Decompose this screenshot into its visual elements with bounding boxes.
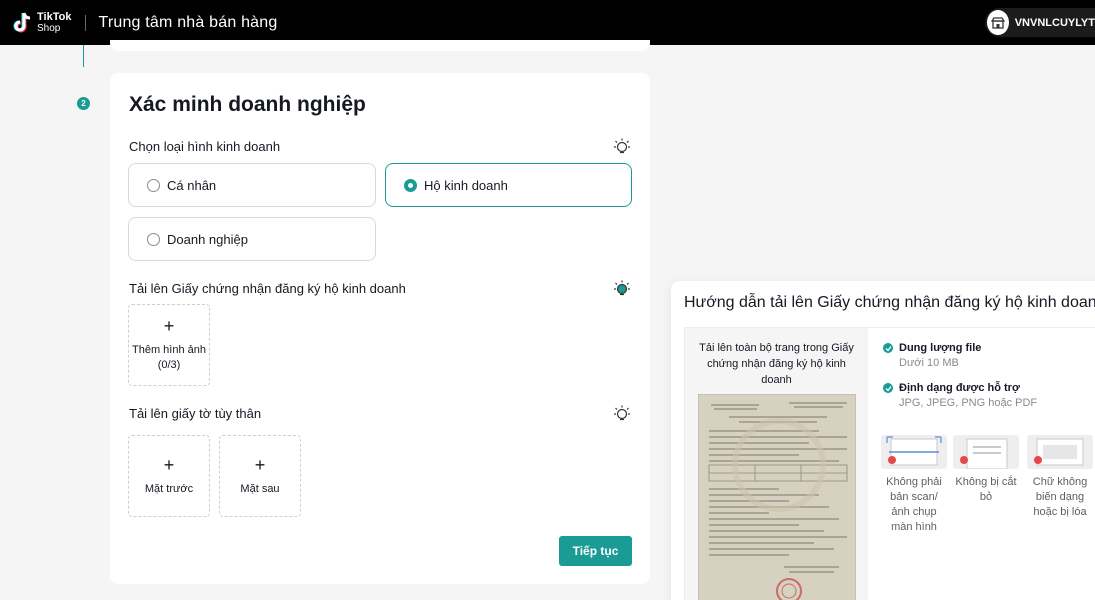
radio-selected-icon (404, 178, 417, 192)
logo-line-2: Shop (37, 22, 61, 34)
previous-step-card (110, 40, 650, 51)
bad-example-thumbnail (953, 435, 1019, 470)
bad-example-cropped: Không bị cắt bỏ (953, 435, 1019, 505)
requirement-title: Dung lượng file (899, 342, 982, 354)
lightbulb-icon[interactable] (613, 137, 631, 155)
requirement-file-size: Dung lượng file Dưới 10 MB (883, 342, 981, 369)
bad-example-thumbnail (1027, 435, 1093, 469)
certificate-upload-label: Tải lên Giấy chứng nhận đăng ký hộ kinh … (129, 281, 406, 296)
bad-example-label: Không phải bản scan/ ảnh chụp màn hình (886, 476, 942, 533)
page-title: Xác minh doanh nghiệp (129, 93, 366, 116)
upload-count: (0/3) (157, 359, 181, 371)
upload-label: Thêm hình ảnh (132, 344, 206, 356)
sample-caption: Tải lên toàn bộ trang trong Giấy chứng n… (699, 342, 854, 386)
option-label: Hộ kinh doanh (424, 177, 508, 193)
step-connector (83, 45, 84, 67)
guide-content: Tải lên toàn bộ trang trong Giấy chứng n… (684, 327, 1095, 600)
plus-icon: + (163, 316, 175, 336)
bad-example-blurry: Chữ không biến dạng hoặc bị lóa (1027, 435, 1093, 520)
business-verification-card: Xác minh doanh nghiệp Chọn loại hình kin… (110, 73, 650, 584)
error-x-icon (888, 456, 896, 464)
bad-example-label: Chữ không biến dạng hoặc bị lóa (1032, 476, 1088, 518)
radio-icon (147, 178, 160, 192)
option-label: Cá nhân (167, 177, 217, 193)
tiktok-shop-logo[interactable]: TikTok Shop (12, 11, 71, 35)
upload-guide-panel: Hướng dẫn tải lên Giấy chứng nhận đăng k… (671, 281, 1095, 600)
business-type-individual[interactable]: Cá nhân (128, 163, 376, 207)
check-icon (883, 383, 893, 393)
bad-example-label: Không bị cắt bỏ (955, 476, 1017, 503)
bad-example-screenshot: Không phải bản scan/ ảnh chụp màn hình (881, 435, 947, 535)
error-x-icon (1034, 456, 1042, 464)
sample-column: Tải lên toàn bộ trang trong Giấy chứng n… (685, 328, 868, 600)
guide-title: Hướng dẫn tải lên Giấy chứng nhận đăng k… (684, 294, 1095, 311)
logo-line-1: TikTok (37, 10, 72, 23)
requirement-title: Định dạng được hỗ trợ (899, 382, 1020, 394)
step-number-badge: 2 (77, 97, 90, 110)
requirement-desc: JPG, JPEG, PNG hoặc PDF (899, 397, 1038, 409)
id-back-upload-button[interactable]: + Mặt sau (219, 435, 301, 517)
business-type-enterprise[interactable]: Doanh nghiệp (128, 217, 376, 261)
upload-label: Mặt sau (240, 482, 280, 495)
sample-certificate-image (698, 394, 856, 600)
requirement-format: Định dạng được hỗ trợ JPG, JPEG, PNG hoặ… (883, 382, 1037, 409)
option-label: Doanh nghiệp (167, 231, 248, 247)
requirement-desc: Dưới 10 MB (899, 357, 959, 369)
error-x-icon (960, 456, 968, 464)
upload-label: Mặt trước (144, 482, 194, 495)
tiktok-logo-icon (13, 12, 31, 32)
bad-example-thumbnail (881, 435, 947, 469)
check-icon (883, 343, 893, 353)
lightbulb-icon[interactable] (613, 404, 631, 422)
certificate-document-illustration (699, 395, 855, 600)
header-divider (85, 14, 87, 31)
plus-icon: + (163, 454, 175, 475)
id-docs-label: Tải lên giấy tờ tùy thân (129, 406, 262, 421)
business-type-label: Chọn loại hình kinh doanh (129, 139, 281, 154)
plus-icon: + (254, 454, 266, 475)
certificate-upload-button[interactable]: + Thêm hình ảnh (0/3) (128, 304, 210, 386)
id-front-upload-button[interactable]: + Mặt trước (128, 435, 210, 517)
shop-name: VNVNLCUYLYT (1014, 16, 1095, 29)
shop-avatar (987, 10, 1009, 35)
top-bar: TikTok Shop Trung tâm nhà bán hàng VNVNL… (0, 0, 1095, 45)
business-type-household[interactable]: Hộ kinh doanh (385, 163, 632, 207)
account-menu[interactable]: VNVNLCUYLYT (985, 8, 1095, 37)
app-title: Trung tâm nhà bán hàng (98, 13, 278, 31)
continue-button[interactable]: Tiếp tục (559, 536, 632, 566)
lightbulb-active-icon[interactable] (613, 279, 631, 297)
store-icon (990, 16, 1005, 29)
radio-icon (147, 232, 160, 246)
